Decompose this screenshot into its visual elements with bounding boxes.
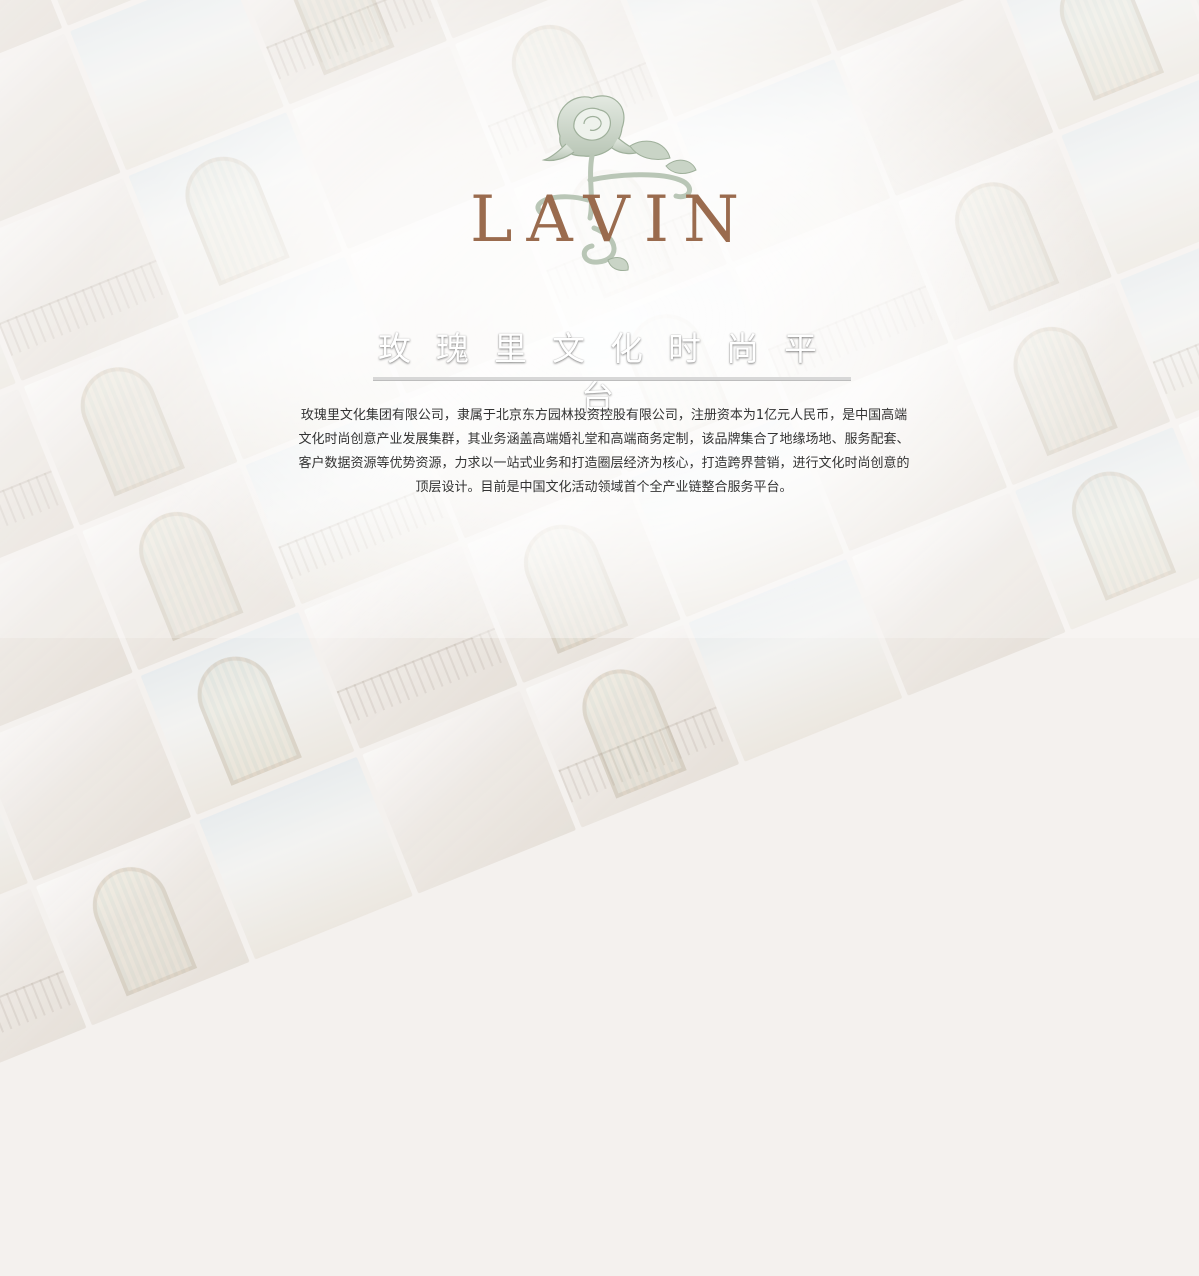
company-description: 玫瑰里文化集团有限公司，隶属于北京东方园林投资控股有限公司，注册资本为1亿元人民… bbox=[298, 408, 910, 495]
brand-wordmark: LAVIN bbox=[470, 183, 754, 257]
divider bbox=[373, 377, 851, 381]
brand-logo: LAVIN bbox=[470, 88, 750, 278]
